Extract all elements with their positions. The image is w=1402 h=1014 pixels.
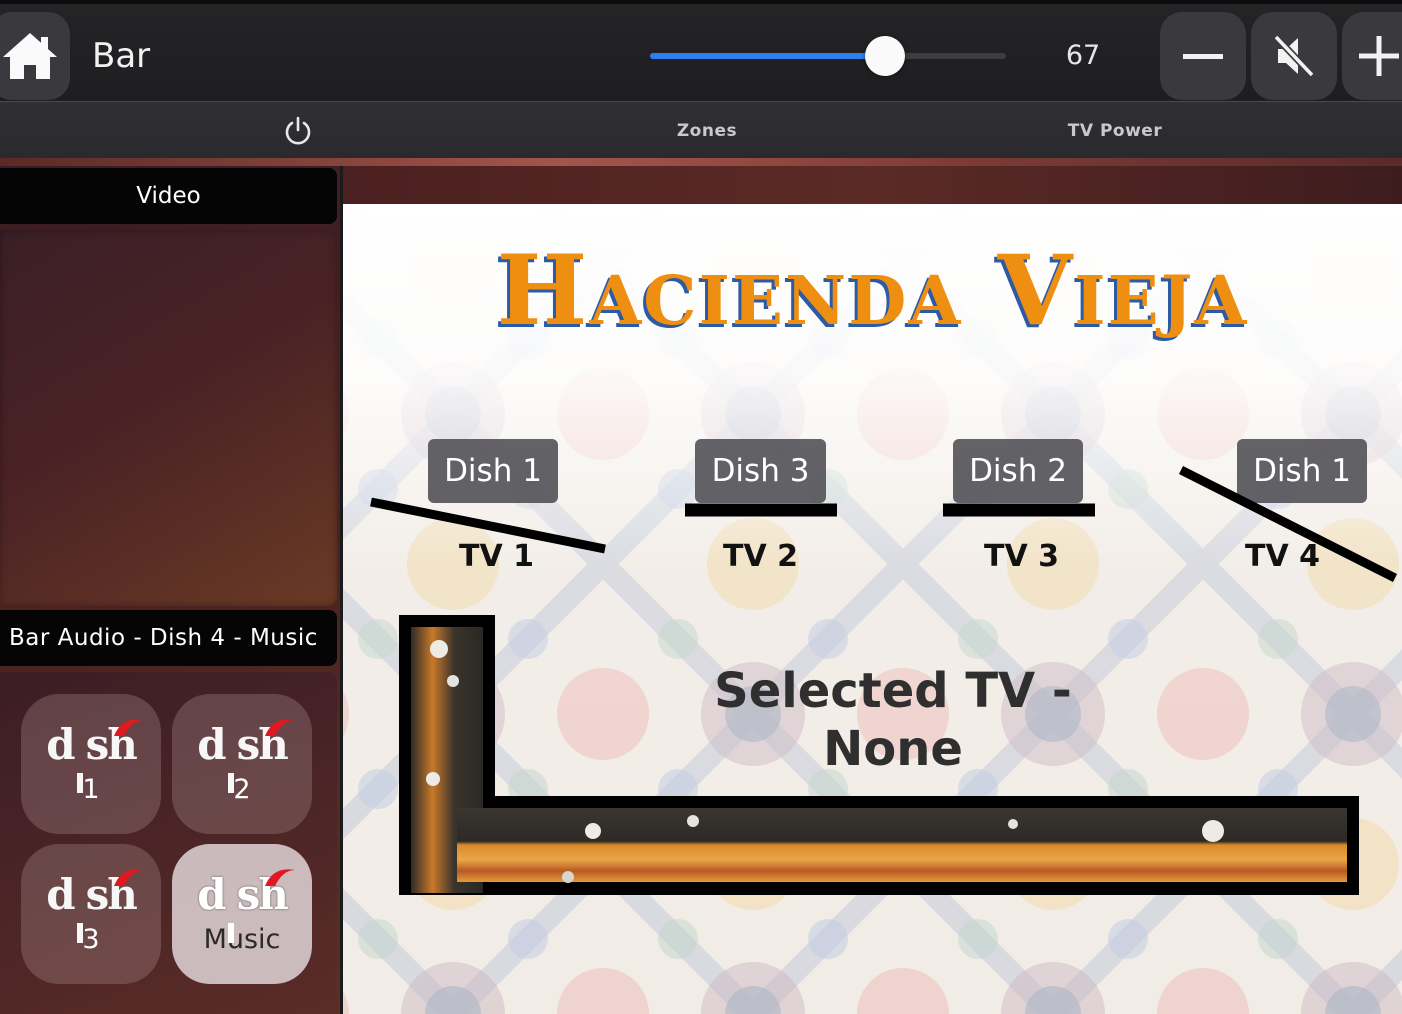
dish-1-label: 1 [82,773,100,805]
tv-4-label: TV 4 [1245,539,1320,574]
power-icon [285,116,311,145]
zone-title: Bar [92,36,151,76]
audio-source-grid: d sh 1 d sh 2 d sh 3 d sh Music [0,672,337,1014]
bar-map: Hacienda Vieja Dish 1 Dish 3 Dish 2 Dish… [343,204,1402,1014]
tv-3-label: TV 3 [984,539,1059,574]
mute-button[interactable] [1251,12,1337,100]
accent-divider [0,158,1402,166]
tv-power-button[interactable]: TV Power [1045,102,1185,160]
video-header: Video [0,168,337,224]
audio-header: Bar Audio - Dish 4 - Music [0,610,337,666]
swoosh-icon [264,868,295,886]
zones-button[interactable]: Zones [640,102,774,160]
video-preview [0,230,337,606]
volume-slider-fill [650,53,885,59]
dish-logo: d sh [197,718,295,793]
volume-up-button[interactable] [1342,12,1402,100]
dish-music-button[interactable]: d sh Music [172,844,312,984]
top-bar: Bar 67 [0,0,1402,102]
nav-bar: Zones TV Power [0,102,1402,160]
right-panel: Hacienda Vieja Dish 1 Dish 3 Dish 2 Dish… [343,166,1402,1014]
swoosh-icon [264,718,295,736]
home-button[interactable] [0,12,70,100]
dish-logo: d sh [197,868,295,943]
minus-icon [1183,54,1223,59]
dish-logo: d sh [46,868,144,943]
home-icon [3,33,57,79]
dish-3-label: 3 [82,923,100,955]
selected-tv-label: Selected TV - [714,663,1072,719]
selected-tv-value: None [823,721,963,777]
volume-down-button[interactable] [1160,12,1246,100]
speaker-muted-icon [1273,34,1315,78]
dish-2-button[interactable]: d sh 2 [172,694,312,834]
plus-icon [1359,36,1399,76]
dish-logo: d sh [46,718,144,793]
selected-tv-status: Selected TV - None [623,662,1163,778]
tv-1-label: TV 1 [459,539,534,574]
volume-slider[interactable] [650,36,1006,76]
dish-2-label: 2 [233,773,251,805]
volume-value: 67 [1065,40,1101,71]
swoosh-icon [113,868,144,886]
power-button[interactable] [270,102,326,160]
swoosh-icon [113,718,144,736]
dish-1-button[interactable]: d sh 1 [21,694,161,834]
volume-slider-handle[interactable] [865,36,905,76]
dish-3-button[interactable]: d sh 3 [21,844,161,984]
dish-music-label: Music [203,923,281,955]
left-panel: Video Bar Audio - Dish 4 - Music d sh 1 d… [0,166,340,1014]
tv-2-label: TV 2 [723,539,798,574]
